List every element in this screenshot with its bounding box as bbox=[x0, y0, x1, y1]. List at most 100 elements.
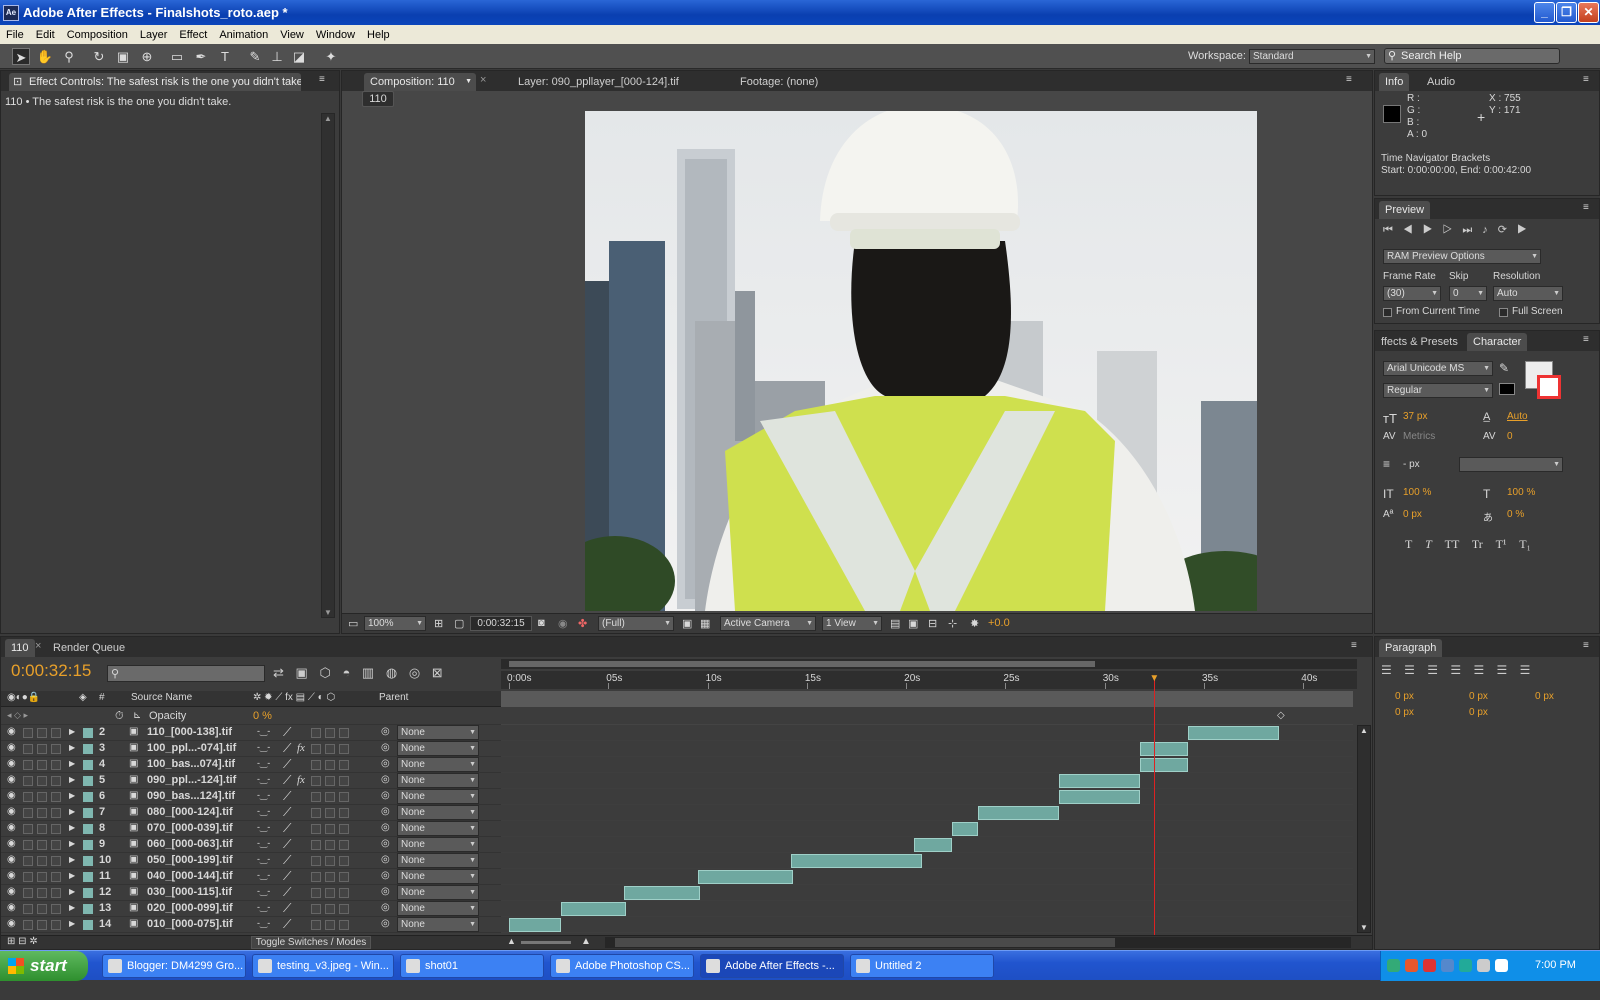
menu-effect[interactable]: Effect bbox=[173, 29, 213, 41]
layer-row[interactable]: ◉ ▶ 4 ▣ 100_bas...074].tif -‿- ⟋ ◎ None bbox=[1, 757, 501, 773]
adjustment-switch[interactable] bbox=[325, 840, 335, 850]
start-button[interactable]: start bbox=[0, 951, 88, 981]
network-icon[interactable] bbox=[1387, 959, 1400, 972]
stroke-width-value[interactable]: - px bbox=[1403, 459, 1420, 470]
scroll-down-icon[interactable]: ▼ bbox=[1360, 923, 1368, 932]
label-color-swatch[interactable] bbox=[83, 776, 93, 786]
eye-icon[interactable]: ◉ bbox=[7, 790, 16, 801]
shy-switch-icon[interactable]: -‿- bbox=[257, 790, 270, 801]
align-right-icon[interactable]: ☰ bbox=[1427, 663, 1438, 677]
quality-switch-icon[interactable]: ⟋ bbox=[283, 773, 291, 788]
zoom-out-icon[interactable]: ▲ bbox=[507, 936, 516, 946]
adjustment-switch[interactable] bbox=[325, 776, 335, 786]
eye-icon[interactable]: ◉ bbox=[7, 822, 16, 833]
shy-switch-icon[interactable]: -‿- bbox=[257, 902, 270, 913]
space-before-value[interactable]: 0 px bbox=[1469, 691, 1488, 702]
layer-row[interactable]: ◉ ▶ 6 ▣ 090_bas...124].tif -‿- ⟋ ◎ None bbox=[1, 789, 501, 805]
tab-audio[interactable]: Audio bbox=[1421, 73, 1461, 91]
mask-visibility-icon[interactable]: ▢ bbox=[454, 617, 464, 630]
update-icon[interactable] bbox=[1423, 959, 1436, 972]
menu-composition[interactable]: Composition bbox=[61, 29, 134, 41]
magnification-dropdown[interactable]: 100% bbox=[364, 616, 426, 631]
taskbar-item[interactable]: testing_v3.jpeg - Win... bbox=[252, 954, 394, 978]
audio-switch[interactable] bbox=[23, 920, 33, 930]
audio-switch[interactable] bbox=[23, 792, 33, 802]
label-color-swatch[interactable] bbox=[83, 856, 93, 866]
layer-source-name[interactable]: 090_bas...124].tif bbox=[147, 790, 235, 802]
solo-switch[interactable] bbox=[37, 744, 47, 754]
safe-margins-icon[interactable]: ⊞ bbox=[434, 617, 443, 630]
taskbar-item[interactable]: Adobe After Effects -... bbox=[700, 954, 844, 978]
fast-previews-icon[interactable]: ▣ bbox=[908, 617, 918, 630]
motion-blur-icon[interactable]: ◍ bbox=[386, 665, 397, 680]
frame-blending-icon[interactable]: ▥ bbox=[362, 665, 374, 680]
3d-layer-switch[interactable] bbox=[339, 904, 349, 914]
time-ruler[interactable]: 0:00s 05s 10s 15s 20s 25s 30s 35s 40s bbox=[501, 671, 1357, 689]
lock-switch[interactable] bbox=[51, 824, 61, 834]
adjustment-switch[interactable] bbox=[325, 824, 335, 834]
solo-switch[interactable] bbox=[37, 824, 47, 834]
pick-whip-icon[interactable]: ◎ bbox=[381, 918, 390, 929]
parent-dropdown[interactable]: None bbox=[397, 885, 479, 900]
keyframe-diamond-icon[interactable]: ◇ bbox=[1277, 710, 1285, 721]
parent-dropdown[interactable]: None bbox=[397, 805, 479, 820]
justify-left-icon[interactable]: ☰ bbox=[1450, 663, 1461, 677]
resolution-dropdown[interactable]: Auto bbox=[1493, 286, 1563, 301]
expand-triangle-icon[interactable]: ▶ bbox=[69, 775, 75, 784]
lock-switch[interactable] bbox=[51, 856, 61, 866]
hide-shy-layers-icon[interactable]: ◓ bbox=[342, 665, 350, 680]
timeline-scrollbar[interactable]: ▲ ▼ bbox=[1357, 725, 1371, 933]
graph-icon[interactable]: ⊾ bbox=[133, 710, 141, 721]
label-color-swatch[interactable] bbox=[83, 888, 93, 898]
subscript-button[interactable]: T₁ bbox=[1519, 537, 1531, 551]
audio-switch[interactable] bbox=[23, 776, 33, 786]
eye-icon[interactable]: ◉ bbox=[7, 758, 16, 769]
stopwatch-icon[interactable]: ⏱ bbox=[115, 710, 124, 723]
solo-switch[interactable] bbox=[37, 760, 47, 770]
label-color-swatch[interactable] bbox=[83, 760, 93, 770]
indent-left-value[interactable]: 0 px bbox=[1395, 691, 1414, 702]
space-after-value[interactable]: 0 px bbox=[1469, 707, 1488, 718]
opacity-value[interactable]: 0 % bbox=[253, 710, 272, 722]
motion-blur-switch[interactable] bbox=[311, 824, 321, 834]
menu-animation[interactable]: Animation bbox=[213, 29, 274, 41]
layer-row[interactable]: ◉ ▶ 2 ▣ 110_[000-138].tif -‿- ⟋ ◎ None bbox=[1, 725, 501, 741]
layer-row[interactable]: ◉ ▶ 11 ▣ 040_[000-144].tif -‿- ⟋ ◎ None bbox=[1, 869, 501, 885]
effect-controls-scrollbar[interactable]: ▲ ▼ bbox=[321, 113, 335, 618]
connection-icon[interactable] bbox=[1459, 959, 1472, 972]
scroll-down-icon[interactable]: ▼ bbox=[324, 608, 332, 617]
layer-duration-bar[interactable] bbox=[914, 838, 952, 852]
loop-icon[interactable]: ⟳ bbox=[1498, 224, 1517, 236]
expand-triangle-icon[interactable]: ▶ bbox=[69, 759, 75, 768]
layer-duration-bar[interactable] bbox=[509, 918, 561, 932]
3d-layer-switch[interactable] bbox=[339, 792, 349, 802]
audio-switch[interactable] bbox=[23, 744, 33, 754]
expand-triangle-icon[interactable]: ▶ bbox=[69, 807, 75, 816]
layer-duration-bar[interactable] bbox=[560, 902, 627, 916]
toggle-switches-modes-button[interactable]: Toggle Switches / Modes bbox=[251, 936, 371, 949]
solo-switch[interactable] bbox=[37, 856, 47, 866]
effect-switch-icon[interactable]: fx bbox=[297, 742, 305, 754]
ram-preview-icon[interactable]: ▶ bbox=[1517, 224, 1537, 236]
label-color-swatch[interactable] bbox=[83, 792, 93, 802]
parent-dropdown[interactable]: None bbox=[397, 789, 479, 804]
time-navigator-bracket[interactable] bbox=[509, 661, 1095, 667]
menu-view[interactable]: View bbox=[274, 29, 310, 41]
next-frame-icon[interactable]: ▷ bbox=[1443, 224, 1463, 236]
selection-tool-icon[interactable]: ➤ bbox=[12, 48, 30, 65]
parent-dropdown[interactable]: None bbox=[397, 901, 479, 916]
layer-row[interactable]: ◉ ▶ 8 ▣ 070_[000-039].tif -‿- ⟋ ◎ None bbox=[1, 821, 501, 837]
motion-blur-switch[interactable] bbox=[311, 808, 321, 818]
quality-switch-icon[interactable]: ⟋ bbox=[283, 805, 291, 820]
adjustment-switch[interactable] bbox=[325, 728, 335, 738]
layer-row[interactable]: ◉ ▶ 10 ▣ 050_[000-199].tif -‿- ⟋ ◎ None bbox=[1, 853, 501, 869]
layer-duration-bar[interactable] bbox=[977, 806, 1060, 820]
tab-footage[interactable]: Footage: (none) bbox=[734, 73, 824, 91]
quality-switch-icon[interactable]: ⟋ bbox=[283, 757, 291, 772]
horizontal-scrollbar[interactable] bbox=[605, 937, 1351, 948]
source-name-header[interactable]: Source Name bbox=[131, 692, 192, 703]
kerning-value[interactable]: Metrics bbox=[1403, 431, 1435, 442]
motion-blur-switch[interactable] bbox=[311, 792, 321, 802]
expand-triangle-icon[interactable]: ▶ bbox=[69, 839, 75, 848]
shy-switch-icon[interactable]: -‿- bbox=[257, 918, 270, 929]
